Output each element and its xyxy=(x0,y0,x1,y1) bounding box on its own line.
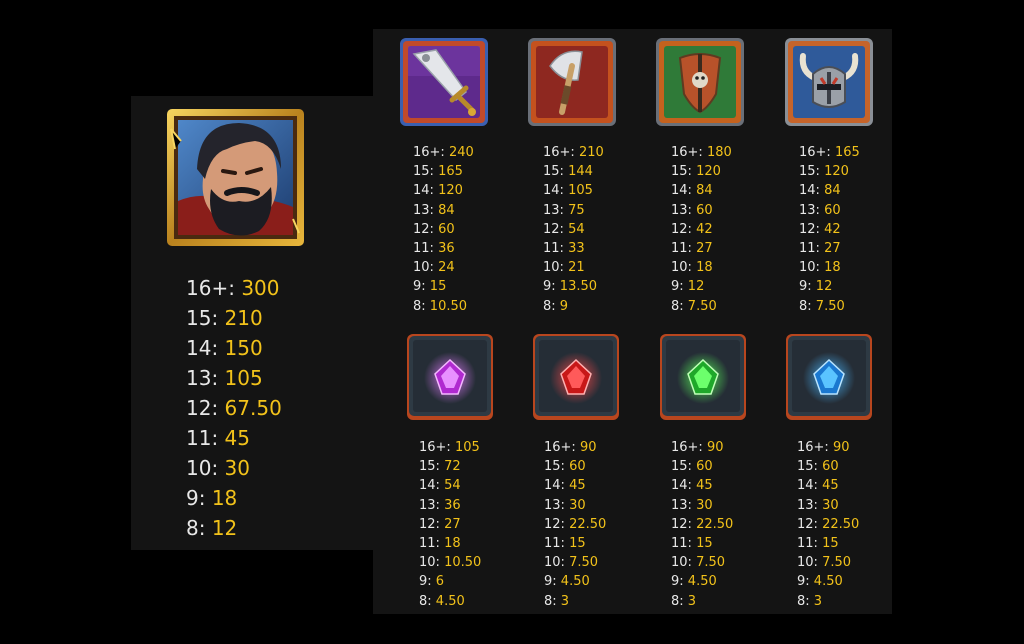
paytable-row: 16+: 165 xyxy=(799,145,860,160)
paytable-row: 15: 72 xyxy=(419,459,461,475)
paytable-row: 11: 45 xyxy=(186,426,250,450)
helmet-paytable: 16+: 165 15: 120 14: 84 13: 60 12: 42 11… xyxy=(799,143,860,316)
paytable-row: 16+: 90 xyxy=(671,440,724,455)
paytable-row: 15: 210 xyxy=(186,306,263,330)
paytable-row: 10: 30 xyxy=(186,456,250,480)
paytable-row: 13: 60 xyxy=(671,202,713,218)
axe-paytable: 16+: 210 15: 144 14: 105 13: 75 12: 54 1… xyxy=(543,143,604,316)
paytable-row: 8: 12 xyxy=(186,516,238,540)
paytable-row: 11: 15 xyxy=(544,535,586,551)
red-gem-icon xyxy=(533,334,619,420)
paytable-row: 13: 105 xyxy=(186,366,263,390)
paytable-row: 8: 3 xyxy=(671,593,697,609)
paytable-row: 16+: 240 xyxy=(413,145,474,160)
paytable-row: 16+: 105 xyxy=(419,440,480,455)
blue-gem-icon xyxy=(786,334,872,420)
paytable-row: 12: 60 xyxy=(413,221,455,237)
paytable-row: 11: 27 xyxy=(671,240,713,256)
paytable-row: 16+: 180 xyxy=(671,145,732,160)
paytable-row: 9: 12 xyxy=(671,279,705,295)
paytable-row: 14: 105 xyxy=(543,183,593,199)
paytable-row: 10: 21 xyxy=(543,260,585,276)
paytable-row: 8: 3 xyxy=(544,593,570,609)
paytable-row: 9: 6 xyxy=(419,574,445,590)
paytable-row: 9: 4.50 xyxy=(797,574,843,590)
paytable-row: 10: 18 xyxy=(671,260,713,276)
paytable-row: 16+: 300 xyxy=(186,276,280,300)
paytable-row: 9: 4.50 xyxy=(544,574,590,590)
paytable-row: 14: 45 xyxy=(671,478,713,494)
paytable-row: 14: 120 xyxy=(413,183,463,199)
paytable-row: 11: 36 xyxy=(413,240,455,256)
paytable-row: 11: 33 xyxy=(543,240,585,256)
paytable-row: 11: 15 xyxy=(797,535,839,551)
paytable-row: 12: 27 xyxy=(419,516,461,532)
sword-paytable: 16+: 240 15: 165 14: 120 13: 84 12: 60 1… xyxy=(413,143,474,316)
paytable-row: 12: 22.50 xyxy=(671,516,734,532)
paytable-row: 14: 45 xyxy=(797,478,839,494)
paytable-row: 8: 3 xyxy=(797,593,823,609)
paytable-row: 15: 120 xyxy=(799,164,849,180)
paytable-row: 16+: 90 xyxy=(544,440,597,455)
warrior-paytable: 16+: 300 15: 210 14: 150 13: 105 12: 67.… xyxy=(186,273,282,543)
shield-icon xyxy=(656,38,744,126)
paytable-row: 11: 27 xyxy=(799,240,841,256)
paytable-row: 15: 144 xyxy=(543,164,593,180)
shield-paytable: 16+: 180 15: 120 14: 84 13: 60 12: 42 11… xyxy=(671,143,732,316)
paytable-row: 13: 84 xyxy=(413,202,455,218)
paytable-row: 12: 42 xyxy=(671,221,713,237)
paytable-row: 15: 165 xyxy=(413,164,463,180)
paytable-row: 8: 4.50 xyxy=(419,593,465,609)
paytable-row: 12: 22.50 xyxy=(797,516,860,532)
paytable-row: 10: 24 xyxy=(413,260,455,276)
paytable-row: 16+: 210 xyxy=(543,145,604,160)
paytable-row: 10: 7.50 xyxy=(544,555,599,571)
paytable-row: 13: 30 xyxy=(671,497,713,513)
axe-icon xyxy=(528,38,616,126)
bearded-warrior-icon xyxy=(167,109,304,246)
paytable-row: 13: 30 xyxy=(797,497,839,513)
paytable-row: 14: 45 xyxy=(544,478,586,494)
paytable-row: 12: 54 xyxy=(543,221,585,237)
red-gem-paytable: 16+: 90 15: 60 14: 45 13: 30 12: 22.50 1… xyxy=(544,438,606,611)
paytable-row: 8: 7.50 xyxy=(671,298,717,314)
paytable-row: 8: 7.50 xyxy=(799,298,845,314)
paytable-row: 9: 12 xyxy=(799,279,833,295)
horned-helmet-icon xyxy=(785,38,873,126)
paytable-row: 15: 60 xyxy=(671,459,713,475)
green-gem-icon xyxy=(660,334,746,420)
green-gem-paytable: 16+: 90 15: 60 14: 45 13: 30 12: 22.50 1… xyxy=(671,438,733,611)
paytable-row: 13: 30 xyxy=(544,497,586,513)
paytable-row: 10: 7.50 xyxy=(671,555,726,571)
paytable-row: 14: 54 xyxy=(419,478,461,494)
paytable-row: 11: 15 xyxy=(671,535,713,551)
paytable-row: 10: 10.50 xyxy=(419,555,482,571)
paytable-row: 15: 120 xyxy=(671,164,721,180)
sword-icon xyxy=(400,38,488,126)
paytable-row: 8: 9 xyxy=(543,298,569,314)
paytable-row: 9: 4.50 xyxy=(671,574,717,590)
paytable-row: 14: 150 xyxy=(186,336,263,360)
paytable-row: 11: 18 xyxy=(419,535,461,551)
purple-gem-paytable: 16+: 105 15: 72 14: 54 13: 36 12: 27 11:… xyxy=(419,438,481,611)
paytable-row: 14: 84 xyxy=(799,183,841,199)
purple-gem-icon xyxy=(407,334,493,420)
paytable-row: 15: 60 xyxy=(797,459,839,475)
paytable-row: 15: 60 xyxy=(544,459,586,475)
paytable-row: 12: 22.50 xyxy=(544,516,607,532)
paytable-row: 12: 42 xyxy=(799,221,841,237)
paytable-row: 8: 10.50 xyxy=(413,298,468,314)
paytable-row: 9: 13.50 xyxy=(543,279,598,295)
paytable-row: 13: 36 xyxy=(419,497,461,513)
paytable-row: 10: 7.50 xyxy=(797,555,852,571)
paytable-row: 9: 15 xyxy=(413,279,447,295)
blue-gem-paytable: 16+: 90 15: 60 14: 45 13: 30 12: 22.50 1… xyxy=(797,438,859,611)
paytable-row: 13: 60 xyxy=(799,202,841,218)
paytable-row: 16+: 90 xyxy=(797,440,850,455)
paytable-row: 13: 75 xyxy=(543,202,585,218)
paytable-row: 12: 67.50 xyxy=(186,396,282,420)
paytable-row: 10: 18 xyxy=(799,260,841,276)
paytable-row: 14: 84 xyxy=(671,183,713,199)
paytable-row: 9: 18 xyxy=(186,486,238,510)
